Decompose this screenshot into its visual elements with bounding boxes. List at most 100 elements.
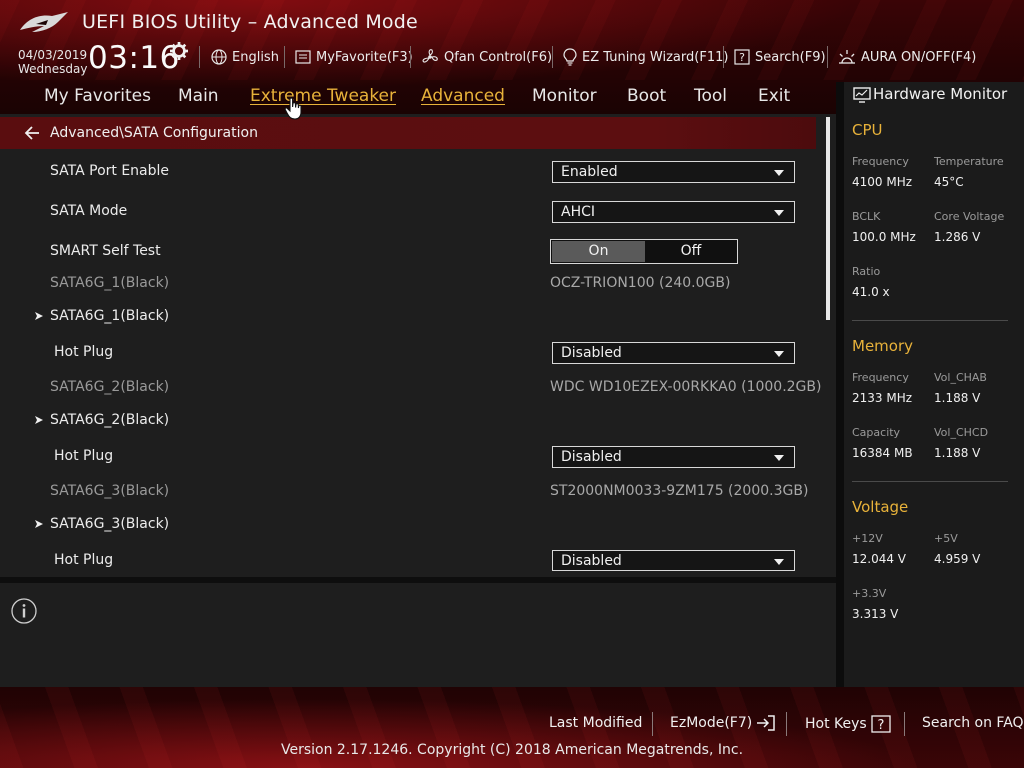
tab-tool[interactable]: Tool <box>694 86 727 106</box>
language-button[interactable]: English <box>211 48 279 66</box>
chevron-down-icon <box>774 351 784 357</box>
tab-main[interactable]: Main <box>178 86 219 106</box>
footer-separator <box>652 712 653 736</box>
tab-monitor[interactable]: Monitor <box>532 86 597 106</box>
v12-label: +12V <box>852 532 883 545</box>
smart-self-test-label: SMART Self Test <box>50 243 161 259</box>
back-arrow-icon[interactable] <box>24 126 40 140</box>
hot-plug-2-dropdown[interactable]: Disabled <box>552 446 795 468</box>
v12-value: 12.044 V <box>852 552 907 566</box>
settings-panel: Advanced\SATA Configuration SATA Port En… <box>0 114 836 580</box>
hot-plug-3-dropdown[interactable]: Disabled <box>552 550 795 571</box>
sata6g-3-info-label: SATA6G_3(Black) <box>50 483 170 499</box>
toolbar-separator <box>827 46 828 68</box>
smart-self-test-toggle[interactable]: On Off <box>550 239 738 264</box>
ez-tuning-wizard-label: EZ Tuning Wizard(F11) <box>582 49 729 65</box>
qfan-control-button[interactable]: Qfan Control(F6) <box>421 48 552 66</box>
hardware-monitor-title: Hardware Monitor <box>873 85 1008 103</box>
bclk-label: BCLK <box>852 210 881 223</box>
ratio-label: Ratio <box>852 265 881 278</box>
scrollbar-thumb[interactable] <box>826 117 830 320</box>
sata6g-1-device: OCZ-TRION100 (240.0GB) <box>550 275 731 291</box>
svg-text:?: ? <box>877 718 884 733</box>
toggle-on-label: On <box>588 243 609 259</box>
search-faq-button[interactable]: Search on FAQ <box>922 715 1024 731</box>
ezmode-label: EzMode(F7) <box>670 715 753 731</box>
sata-mode-label: SATA Mode <box>50 203 128 219</box>
toolbar-separator <box>410 46 411 68</box>
search-button[interactable]: ? Search(F9) <box>734 48 826 66</box>
ez-tuning-wizard-button[interactable]: EZ Tuning Wizard(F11) <box>563 48 728 66</box>
qfan-control-label: Qfan Control(F6) <box>444 49 553 65</box>
chevron-down-icon <box>774 455 784 461</box>
voltage-section-title: Voltage <box>852 498 909 516</box>
cpu-frequency-label: Frequency <box>852 155 909 168</box>
hw-separator <box>852 320 1008 321</box>
gear-icon[interactable] <box>170 42 188 60</box>
ezmode-button[interactable]: EzMode(F7) <box>670 715 776 731</box>
help-info-panel <box>0 583 836 687</box>
footer-separator <box>904 712 905 736</box>
last-modified-label: Last Modified <box>549 715 643 731</box>
last-modified-button[interactable]: Last Modified <box>549 715 642 731</box>
toolbar-separator <box>552 46 553 68</box>
favorite-list-icon <box>295 50 311 64</box>
sata-port-enable-value: Enabled <box>561 164 618 180</box>
svg-text:?: ? <box>739 51 745 64</box>
my-favorite-button[interactable]: MyFavorite(F3) <box>295 48 413 66</box>
cpu-section-title: CPU <box>852 121 883 139</box>
memory-section-title: Memory <box>852 337 914 355</box>
hot-plug-2-value: Disabled <box>561 449 622 465</box>
weekday-value: Wednesday <box>18 62 88 76</box>
hot-keys-button[interactable]: Hot Keys ? <box>805 715 891 733</box>
aura-toggle-label: AURA ON/OFF(F4) <box>861 49 977 65</box>
aura-toggle-button[interactable]: AURA ON/OFF(F4) <box>838 48 976 66</box>
panel-separator <box>836 82 844 687</box>
sata6g-1-submenu[interactable]: SATA6G_1(Black) <box>50 308 169 324</box>
tab-advanced[interactable]: Advanced <box>421 86 505 106</box>
vol-chcd-label: Vol_CHCD <box>934 426 989 439</box>
v33-value: 3.313 V <box>852 607 899 621</box>
toggle-on-option[interactable]: On <box>552 241 645 262</box>
info-icon <box>11 598 37 624</box>
rog-logo-icon <box>20 12 68 32</box>
help-box-icon: ? <box>871 715 891 733</box>
globe-icon <box>211 49 227 65</box>
hot-keys-label: Hot Keys <box>805 716 867 732</box>
tab-exit[interactable]: Exit <box>758 86 790 106</box>
toggle-off-option[interactable]: Off <box>646 241 736 262</box>
hot-plug-3-value: Disabled <box>561 553 622 569</box>
v33-label: +3.3V <box>852 587 887 600</box>
breadcrumb-path: Advanced\SATA Configuration <box>50 125 258 141</box>
sata-mode-dropdown[interactable]: AHCI <box>552 201 795 223</box>
tab-extreme-tweaker[interactable]: Extreme Tweaker <box>250 86 396 106</box>
fan-icon <box>422 49 438 63</box>
vol-chcd-value: 1.188 V <box>934 446 981 460</box>
ratio-value: 41.0 x <box>852 285 890 299</box>
hot-plug-2-label: Hot Plug <box>54 448 114 464</box>
version-info: Version 2.17.1246. Copyright (C) 2018 Am… <box>280 742 744 758</box>
language-label: English <box>232 49 279 65</box>
tab-my-favorites[interactable]: My Favorites <box>44 86 151 106</box>
help-box-icon: ? <box>734 49 750 65</box>
capacity-label: Capacity <box>852 426 901 439</box>
chevron-down-icon <box>774 559 784 565</box>
hot-plug-1-dropdown[interactable]: Disabled <box>552 342 795 364</box>
vol-chab-label: Vol_CHAB <box>934 371 987 384</box>
chevron-down-icon <box>774 210 784 216</box>
sata-port-enable-dropdown[interactable]: Enabled <box>552 161 795 183</box>
chevron-down-icon <box>774 170 784 176</box>
aura-light-icon <box>839 50 855 64</box>
main-nav: My Favorites Main Extreme Tweaker Advanc… <box>0 82 836 112</box>
tab-boot[interactable]: Boot <box>627 86 666 106</box>
sata6g-2-submenu[interactable]: SATA6G_2(Black) <box>50 412 169 428</box>
sata6g-3-submenu[interactable]: SATA6G_3(Black) <box>50 516 169 532</box>
hand-cursor-icon <box>284 97 302 120</box>
toolbar-separator <box>723 46 724 68</box>
date-value: 04/03/2019 <box>18 48 88 62</box>
app-title: UEFI BIOS Utility – Advanced Mode <box>82 11 418 33</box>
hot-plug-3-label: Hot Plug <box>54 552 114 568</box>
footer-separator <box>786 712 787 736</box>
footer-bar: Last Modified EzMode(F7) Hot Keys ? Sear… <box>0 687 1024 768</box>
sata-mode-value: AHCI <box>561 204 596 220</box>
